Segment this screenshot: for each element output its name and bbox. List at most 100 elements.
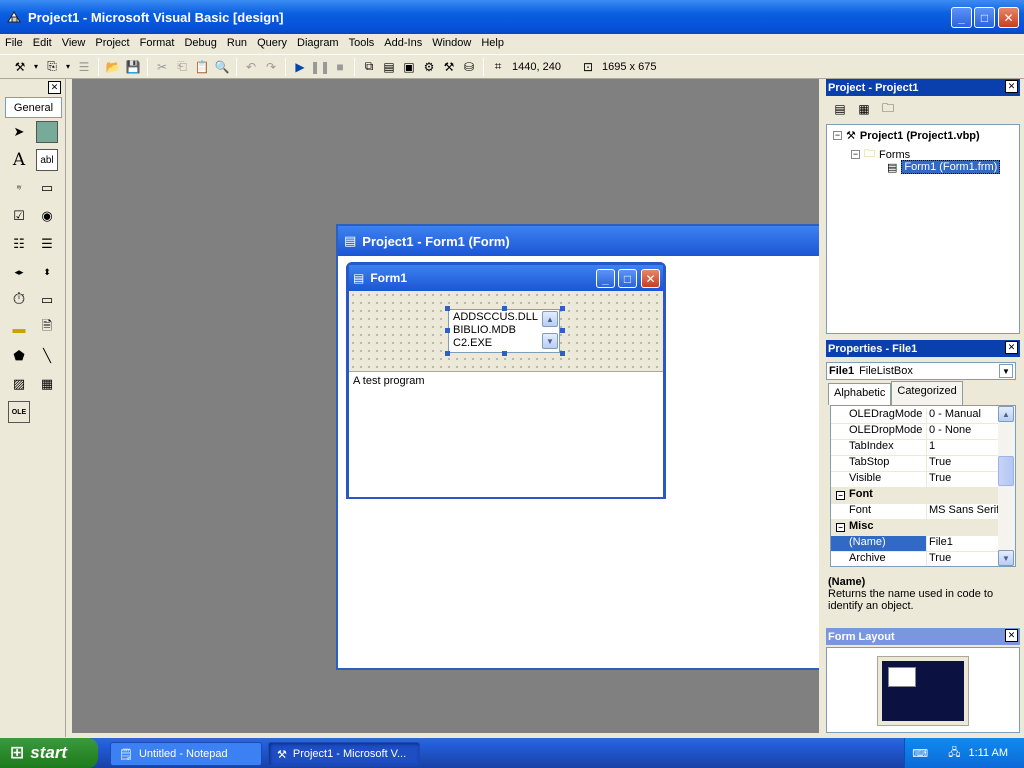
open-folder-icon[interactable]: 📂: [105, 59, 121, 75]
frame-icon[interactable]: ˣʸ: [8, 177, 30, 199]
property-value[interactable]: MS Sans Serif: [927, 504, 999, 519]
stop-icon[interactable]: ■: [332, 59, 348, 75]
project-explorer-icon[interactable]: ⧉: [361, 59, 377, 75]
pointer-icon[interactable]: ➤: [8, 121, 30, 143]
property-value[interactable]: File1: [927, 536, 999, 551]
resize-handle[interactable]: [445, 328, 450, 333]
property-category[interactable]: − Font: [831, 488, 999, 504]
maximize-button[interactable]: □: [974, 7, 995, 28]
scroll-up-icon[interactable]: ▲: [542, 311, 558, 327]
clock[interactable]: 1:11 AM: [968, 747, 1008, 759]
data-view-icon[interactable]: ⛁: [461, 59, 477, 75]
list-item[interactable]: BIBLIO.MDB: [453, 324, 555, 337]
image-icon[interactable]: ▨: [8, 373, 30, 395]
scroll-thumb[interactable]: [998, 456, 1014, 486]
drivelistbox-icon[interactable]: ▭: [36, 289, 58, 311]
property-row[interactable]: Visible True: [831, 472, 999, 488]
run-icon[interactable]: ▶: [292, 59, 308, 75]
ole-icon[interactable]: OLE: [8, 401, 30, 423]
form1-maximize-button[interactable]: □: [618, 269, 637, 288]
menu-diagram[interactable]: Diagram: [292, 37, 344, 49]
tree-item-form1[interactable]: ▤ Form1 (Form1.frm): [887, 160, 1001, 174]
redo-icon[interactable]: ↷: [263, 59, 279, 75]
resize-handle[interactable]: [560, 306, 565, 311]
listbox-icon[interactable]: ☰: [36, 233, 58, 255]
property-value[interactable]: 0 - None: [927, 424, 999, 439]
view-object-icon[interactable]: ▦: [856, 101, 872, 117]
form1-close-button[interactable]: ✕: [641, 269, 660, 288]
property-value[interactable]: True: [927, 552, 999, 566]
copy-icon[interactable]: ⎗: [174, 59, 190, 75]
property-category[interactable]: − Misc: [831, 520, 999, 536]
data-icon[interactable]: ▦: [36, 373, 58, 395]
property-row[interactable]: Font MS Sans Serif: [831, 504, 999, 520]
property-row[interactable]: TabIndex 1: [831, 440, 999, 456]
vscrollbar-icon[interactable]: ⬍: [36, 261, 58, 283]
collapse-icon[interactable]: −: [836, 523, 845, 532]
hscrollbar-icon[interactable]: ◂▸: [8, 261, 30, 283]
resize-handle[interactable]: [445, 351, 450, 356]
property-value[interactable]: True: [927, 456, 999, 471]
dropdown-arrow-icon[interactable]: ▾: [64, 59, 72, 75]
form1-window[interactable]: ▤ Form1 _ □ ✕ ADDSCCUS.DLL BIBLIO.MDB C2…: [346, 262, 666, 499]
property-grid-scrollbar[interactable]: ▲ ▼: [998, 406, 1015, 566]
menu-view[interactable]: View: [57, 37, 91, 49]
property-value[interactable]: 0 - Manual: [927, 408, 999, 423]
tab-categorized[interactable]: Categorized: [891, 381, 963, 405]
project-explorer-titlebar[interactable]: Project - Project1 ✕: [826, 79, 1020, 96]
collapse-icon[interactable]: −: [836, 491, 845, 500]
toolbox-icon[interactable]: ⚒: [441, 59, 457, 75]
menu-run[interactable]: Run: [222, 37, 252, 49]
property-value[interactable]: 1: [927, 440, 999, 455]
resize-handle[interactable]: [560, 351, 565, 356]
menu-project[interactable]: Project: [90, 37, 134, 49]
find-icon[interactable]: 🔍: [214, 59, 230, 75]
view-code-icon[interactable]: ▤: [832, 101, 848, 117]
property-row[interactable]: Archive True: [831, 552, 999, 566]
minimize-button[interactable]: _: [951, 7, 972, 28]
shape-icon[interactable]: ⬟: [8, 345, 30, 367]
menu-format[interactable]: Format: [135, 37, 180, 49]
label-icon[interactable]: A: [8, 149, 30, 171]
picturebox-icon[interactable]: [36, 121, 58, 143]
dropdown-arrow-icon[interactable]: ▾: [32, 59, 40, 75]
form-position-preview[interactable]: [888, 667, 916, 687]
line-icon[interactable]: ╲: [36, 345, 58, 367]
toolbox-tab-general[interactable]: General: [5, 97, 62, 118]
toggle-folders-icon[interactable]: 🗀: [880, 101, 896, 117]
object-browser-icon[interactable]: ⚙: [421, 59, 437, 75]
toolbox-close-button[interactable]: ✕: [48, 81, 61, 94]
optionbutton-icon[interactable]: ◉: [36, 205, 58, 227]
checkbox-icon[interactable]: ☑: [8, 205, 30, 227]
property-row[interactable]: OLEDropMode 0 - None: [831, 424, 999, 440]
scroll-down-icon[interactable]: ▼: [542, 333, 558, 349]
add-project-icon[interactable]: ⚒: [12, 59, 28, 75]
tree-item-project[interactable]: − ⚒ Project1 (Project1.vbp): [833, 129, 980, 142]
menu-edit[interactable]: Edit: [28, 37, 57, 49]
list-item[interactable]: ADDSCCUS.DLL: [453, 311, 555, 324]
commandbutton-icon[interactable]: ▭: [36, 177, 58, 199]
form1-titlebar[interactable]: ▤ Form1 _ □ ✕: [349, 265, 663, 291]
collapse-icon[interactable]: −: [833, 131, 842, 140]
network-icon[interactable]: 🖧: [948, 744, 960, 763]
properties-window-icon[interactable]: ▤: [381, 59, 397, 75]
menu-debug[interactable]: Debug: [179, 37, 221, 49]
form-layout-icon[interactable]: ▣: [401, 59, 417, 75]
properties-titlebar[interactable]: Properties - File1 ✕: [826, 340, 1020, 357]
property-value[interactable]: True: [927, 472, 999, 487]
filelist-scrollbar[interactable]: ▲ ▼: [542, 311, 558, 351]
properties-close-button[interactable]: ✕: [1005, 341, 1018, 354]
pause-icon[interactable]: ❚❚: [310, 59, 330, 75]
add-form-icon[interactable]: ⎘: [44, 59, 60, 75]
form-layout-close-button[interactable]: ✕: [1005, 629, 1018, 642]
keyboard-icon[interactable]: ⌨: [912, 747, 928, 760]
scroll-down-icon[interactable]: ▼: [998, 550, 1014, 566]
timer-icon[interactable]: ⏱: [8, 289, 30, 311]
menu-help[interactable]: Help: [476, 37, 509, 49]
tab-alphabetic[interactable]: Alphabetic: [828, 383, 892, 405]
menu-window[interactable]: Window: [427, 37, 476, 49]
chevron-down-icon[interactable]: ▼: [999, 364, 1013, 378]
resize-handle[interactable]: [560, 328, 565, 333]
property-row[interactable]: OLEDragMode 0 - Manual: [831, 408, 999, 424]
list-item[interactable]: C2.EXE: [453, 337, 555, 350]
